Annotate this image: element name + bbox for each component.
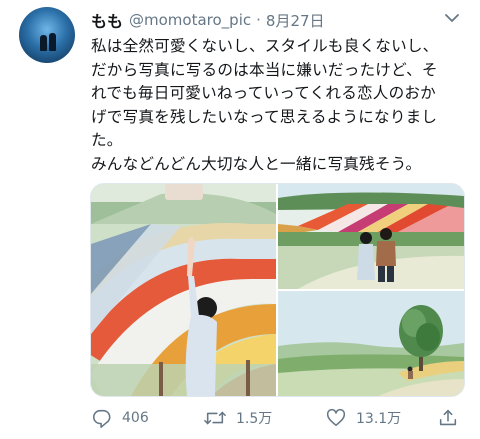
tweet-text-line: 私は全然可愛くないし、スタイルも良くないし、 [91, 37, 439, 55]
tweet-text-line: れでも毎日可愛いねっていってくれる恋人のおか [91, 84, 436, 102]
display-name[interactable]: もも [91, 8, 123, 32]
tweet-text-line: た。 [91, 131, 123, 149]
tweet-text-line: みんなどんどん大切な人と一緒に写真残そう。 [91, 154, 422, 173]
photo-couple-flower-field[interactable] [278, 184, 464, 289]
tweet: もも @momotaro_pic · 8月27日 私は全然可愛くないし、スタイル… [0, 0, 480, 439]
retweet-button[interactable]: 1.5万 [203, 404, 272, 432]
chevron-down-icon[interactable] [440, 6, 464, 30]
avatar-figure [40, 35, 47, 51]
photo-flower-field-woman[interactable] [91, 184, 276, 396]
tweet-actions: 406 1.5万 13.1万 [91, 404, 471, 432]
reply-button[interactable]: 406 [91, 404, 149, 432]
media-grid [90, 183, 465, 397]
reply-count: 406 [122, 410, 149, 426]
like-count: 13.1万 [356, 411, 402, 427]
like-button[interactable]: 13.1万 [325, 404, 401, 432]
reply-icon [92, 409, 111, 428]
tweet-header: もも @momotaro_pic · 8月27日 [91, 9, 325, 31]
heart-icon [326, 408, 346, 427]
tweet-text: 私は全然可愛くないし、スタイルも良くないし、 だから写真に写るのは本当に嫌いだっ… [91, 35, 471, 176]
share-button[interactable] [437, 404, 459, 432]
tweet-date[interactable]: 8月27日 [266, 10, 325, 31]
user-handle[interactable]: @momotaro_pic [129, 11, 251, 29]
tweet-text-line: げで写真を残したいなって思えるようになりまし [91, 107, 438, 126]
header-separator: · [256, 11, 261, 29]
avatar-figure [49, 33, 56, 51]
retweet-icon [204, 411, 226, 425]
share-icon [439, 409, 457, 426]
retweet-count: 1.5万 [236, 411, 273, 427]
photo-tree-hill[interactable] [278, 291, 464, 396]
tweet-text-line: だから写真に写るのは本当に嫌いだったけど、そ [91, 60, 438, 79]
avatar[interactable] [19, 7, 75, 63]
